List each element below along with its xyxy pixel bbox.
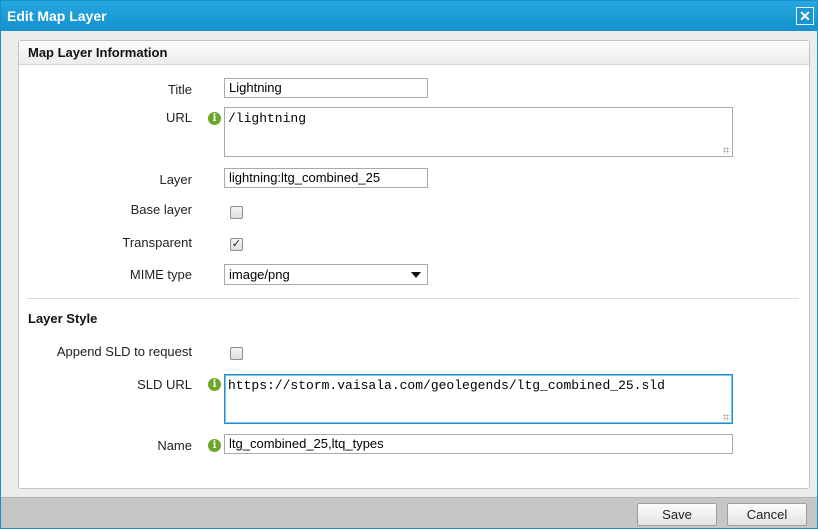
url-textarea[interactable]: /lightning	[224, 107, 733, 157]
cancel-button[interactable]: Cancel	[727, 503, 807, 526]
sld-url-label: SLD URL	[137, 377, 192, 392]
map-layer-information-heading: Map Layer Information	[28, 45, 168, 60]
edit-map-layer-dialog: Edit Map Layer ✕ Map Layer Information T…	[0, 0, 818, 529]
dialog-title: Edit Map Layer	[7, 8, 107, 24]
close-icon[interactable]: ✕	[796, 7, 814, 25]
name-input[interactable]: ltg_combined_25,ltq_types	[224, 434, 733, 454]
base-layer-checkbox[interactable]	[230, 206, 243, 219]
append-sld-label: Append SLD to request	[56, 344, 192, 359]
sld-url-textarea[interactable]: https://storm.vaisala.com/geolegends/ltg…	[224, 374, 733, 424]
transparent-checkbox[interactable]: ✓	[230, 238, 243, 251]
chevron-down-icon[interactable]	[411, 272, 421, 278]
transparent-label: Transparent	[122, 235, 192, 250]
dialog-titlebar[interactable]: Edit Map Layer ✕	[1, 1, 817, 31]
mime-type-label: MIME type	[129, 267, 192, 282]
name-label: Name	[157, 438, 192, 453]
layer-label: Layer	[159, 172, 192, 187]
title-label: Title	[167, 82, 192, 97]
mime-type-select[interactable]: image/png	[224, 264, 428, 285]
append-sld-checkbox[interactable]	[230, 347, 243, 360]
form-panel: Map Layer Information Title Lightning UR…	[18, 40, 810, 489]
resize-grip-icon[interactable]	[723, 147, 730, 154]
section-divider	[27, 298, 799, 299]
dialog-body: Map Layer Information Title Lightning UR…	[1, 31, 817, 497]
info-icon[interactable]: i	[208, 439, 221, 452]
base-layer-label: Base layer	[130, 202, 192, 217]
title-input[interactable]: Lightning	[224, 78, 428, 98]
mime-type-value: image/png	[229, 267, 290, 282]
info-icon[interactable]: i	[208, 378, 221, 391]
save-button[interactable]: Save	[637, 503, 717, 526]
resize-grip-icon[interactable]	[723, 414, 730, 421]
dialog-footer: Save Cancel	[1, 497, 817, 528]
url-value: /lightning	[228, 111, 307, 126]
url-label: URL	[165, 110, 192, 125]
sld-url-value: https://storm.vaisala.com/geolegends/ltg…	[228, 378, 665, 393]
info-icon[interactable]: i	[208, 112, 221, 125]
layer-style-heading: Layer Style	[28, 311, 98, 326]
layer-input[interactable]: lightning:ltg_combined_25	[224, 168, 428, 188]
